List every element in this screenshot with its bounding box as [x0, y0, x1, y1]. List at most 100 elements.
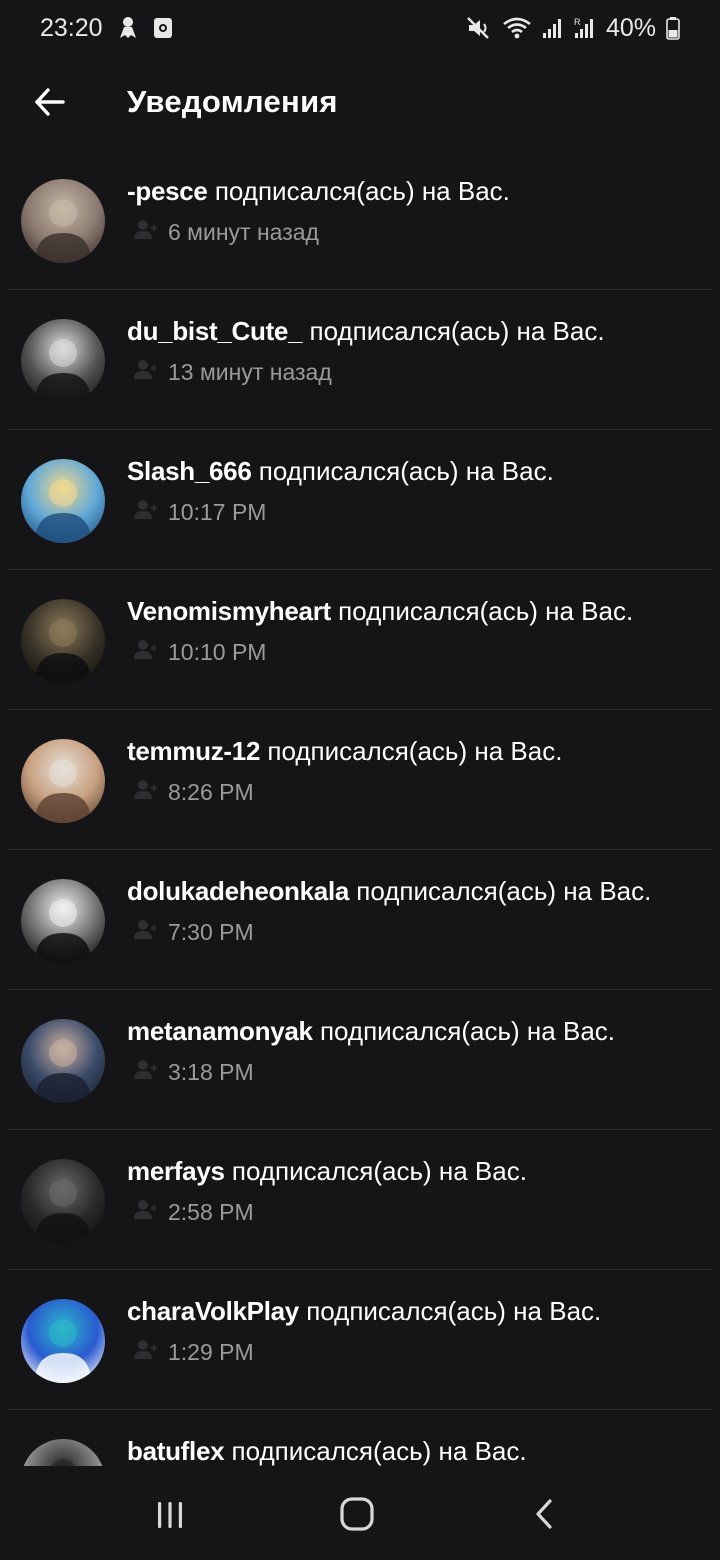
notification-meta: 6 минут назад [134, 218, 319, 246]
notification-time: 2:58 PM [168, 1198, 254, 1225]
back-chevron-icon [536, 1499, 552, 1529]
notification-time: 3:18 PM [168, 1058, 254, 1085]
notification-item[interactable]: Venomismyheart подписался(ась) на Вас. 10… [8, 570, 712, 710]
notification-item[interactable]: charaVolkPlay подписался(ась) на Вас. 1:2… [8, 1270, 712, 1410]
follow-person-icon [134, 218, 158, 246]
home-button[interactable] [337, 1494, 377, 1534]
follow-person-icon [134, 1338, 158, 1366]
follow-person-icon [134, 1198, 158, 1226]
notification-text: dolukadeheonkala подписался(ась) на Вас. [127, 876, 651, 907]
signal-roaming-icon: R [574, 16, 596, 40]
notification-action: подписался(ась) на Вас. [356, 876, 652, 906]
arrow-left-icon [35, 88, 65, 116]
home-icon [340, 1497, 374, 1531]
notification-text: metanamonyak подписался(ась) на Вас. [127, 1016, 615, 1047]
username-link[interactable]: metanamonyak [127, 1016, 313, 1046]
avatar[interactable] [21, 179, 105, 263]
follow-person-icon [134, 358, 158, 386]
ghost-icon [117, 16, 139, 40]
avatar[interactable] [21, 1299, 105, 1383]
notification-time: 6 минут назад [168, 218, 319, 245]
username-link[interactable]: -pesce [127, 176, 208, 206]
battery-icon [666, 16, 680, 40]
notification-action: подписался(ась) на Вас. [231, 1156, 527, 1186]
avatar[interactable] [21, 319, 105, 403]
recent-apps-button[interactable] [150, 1494, 190, 1534]
username-link[interactable]: charaVolkPlay [127, 1296, 299, 1326]
username-link[interactable]: Venomismyheart [127, 596, 331, 626]
notification-meta: 10:17 PM [134, 498, 266, 526]
notification-item[interactable]: -pesce подписался(ась) на Вас. 6 минут на… [8, 150, 712, 290]
avatar[interactable] [21, 879, 105, 963]
avatar[interactable] [21, 1159, 105, 1243]
notification-time: 7:30 PM [168, 918, 254, 945]
notification-time: 8:26 PM [168, 778, 254, 805]
avatar[interactable] [21, 459, 105, 543]
signal-icon [542, 16, 564, 40]
nav-back-button[interactable] [524, 1494, 564, 1534]
svg-text:R: R [574, 17, 581, 27]
system-nav-bar [0, 1466, 720, 1560]
notification-action: подписался(ась) на Вас. [267, 736, 563, 766]
avatar[interactable] [21, 599, 105, 683]
username-link[interactable]: batuflex [127, 1436, 225, 1466]
username-link[interactable]: dolukadeheonkala [127, 876, 349, 906]
notification-time: 13 минут назад [168, 358, 332, 385]
notification-text: charaVolkPlay подписался(ась) на Вас. [127, 1296, 601, 1327]
notification-action: подписался(ась) на Вас. [214, 176, 510, 206]
notification-meta: 3:18 PM [134, 1058, 254, 1086]
avatar[interactable] [21, 1439, 105, 1466]
follow-person-icon [134, 638, 158, 666]
notification-item[interactable]: dolukadeheonkala подписался(ась) на Вас.… [8, 850, 712, 990]
wifi-icon [502, 16, 532, 40]
app-bar: Уведомления [0, 56, 720, 152]
notification-action: подписался(ась) на Вас. [309, 316, 605, 346]
notification-action: подписался(ась) на Вас. [231, 1436, 527, 1466]
username-link[interactable]: merfays [127, 1156, 225, 1186]
notification-meta: 7:30 PM [134, 918, 254, 946]
notification-action: подписался(ась) на Вас. [338, 596, 634, 626]
notification-text: merfays подписался(ась) на Вас. [127, 1156, 527, 1187]
notification-time: 10:10 PM [168, 638, 267, 665]
follow-person-icon [134, 1058, 158, 1086]
username-link[interactable]: Slash_666 [127, 456, 252, 486]
notification-item[interactable]: batuflex подписался(ась) на Вас. [8, 1410, 712, 1466]
notification-meta: 13 минут назад [134, 358, 332, 386]
avatar[interactable] [21, 1019, 105, 1103]
notification-action: подписался(ась) на Вас. [319, 1016, 616, 1046]
notification-text: Venomismyheart подписался(ась) на Вас. [127, 596, 633, 627]
notification-text: Slash_666 подписался(ась) на Вас. [127, 456, 554, 487]
notification-action: подписался(ась) на Вас. [258, 456, 554, 486]
notification-item[interactable]: merfays подписался(ась) на Вас. 2:58 PM [8, 1130, 712, 1270]
username-link[interactable]: du_bist_Cute_ [127, 316, 303, 346]
notification-item[interactable]: Slash_666 подписался(ась) на Вас. 10:17 P… [8, 430, 712, 570]
screen-record-icon [153, 17, 173, 39]
follow-person-icon [134, 498, 158, 526]
status-time: 23:20 [40, 13, 103, 42]
battery-percent: 40% [605, 13, 656, 42]
page-title: Уведомления [127, 84, 338, 119]
back-button[interactable] [26, 78, 74, 126]
notification-text: temmuz-12 подписался(ась) на Вас. [127, 736, 562, 767]
status-bar: 23:20 R 40% [0, 0, 720, 56]
status-bar-left: 23:20 [40, 14, 173, 43]
notification-meta: 10:10 PM [134, 638, 266, 666]
notification-time: 10:17 PM [168, 498, 267, 525]
follow-person-icon [134, 778, 158, 806]
notification-time: 1:29 PM [168, 1338, 254, 1365]
mute-icon [466, 16, 492, 40]
notification-item[interactable]: du_bist_Cute_ подписался(ась) на Вас. 13 … [8, 290, 712, 430]
notification-text: batuflex подписался(ась) на Вас. [127, 1436, 527, 1466]
follow-person-icon [134, 918, 158, 946]
notification-item[interactable]: metanamonyak подписался(ась) на Вас. 3:18… [8, 990, 712, 1130]
notification-action: подписался(ась) на Вас. [306, 1296, 602, 1326]
status-bar-right: R 40% [466, 14, 680, 43]
avatar[interactable] [21, 739, 105, 823]
notification-meta: 2:58 PM [134, 1198, 254, 1226]
notification-meta: 8:26 PM [134, 778, 254, 806]
notifications-list[interactable]: -pesce подписался(ась) на Вас. 6 минут на… [0, 150, 720, 1466]
notification-text: -pesce подписался(ась) на Вас. [127, 176, 510, 207]
notification-item[interactable]: temmuz-12 подписался(ась) на Вас. 8:26 PM [8, 710, 712, 850]
username-link[interactable]: temmuz-12 [127, 736, 260, 766]
notification-meta: 1:29 PM [134, 1338, 254, 1366]
